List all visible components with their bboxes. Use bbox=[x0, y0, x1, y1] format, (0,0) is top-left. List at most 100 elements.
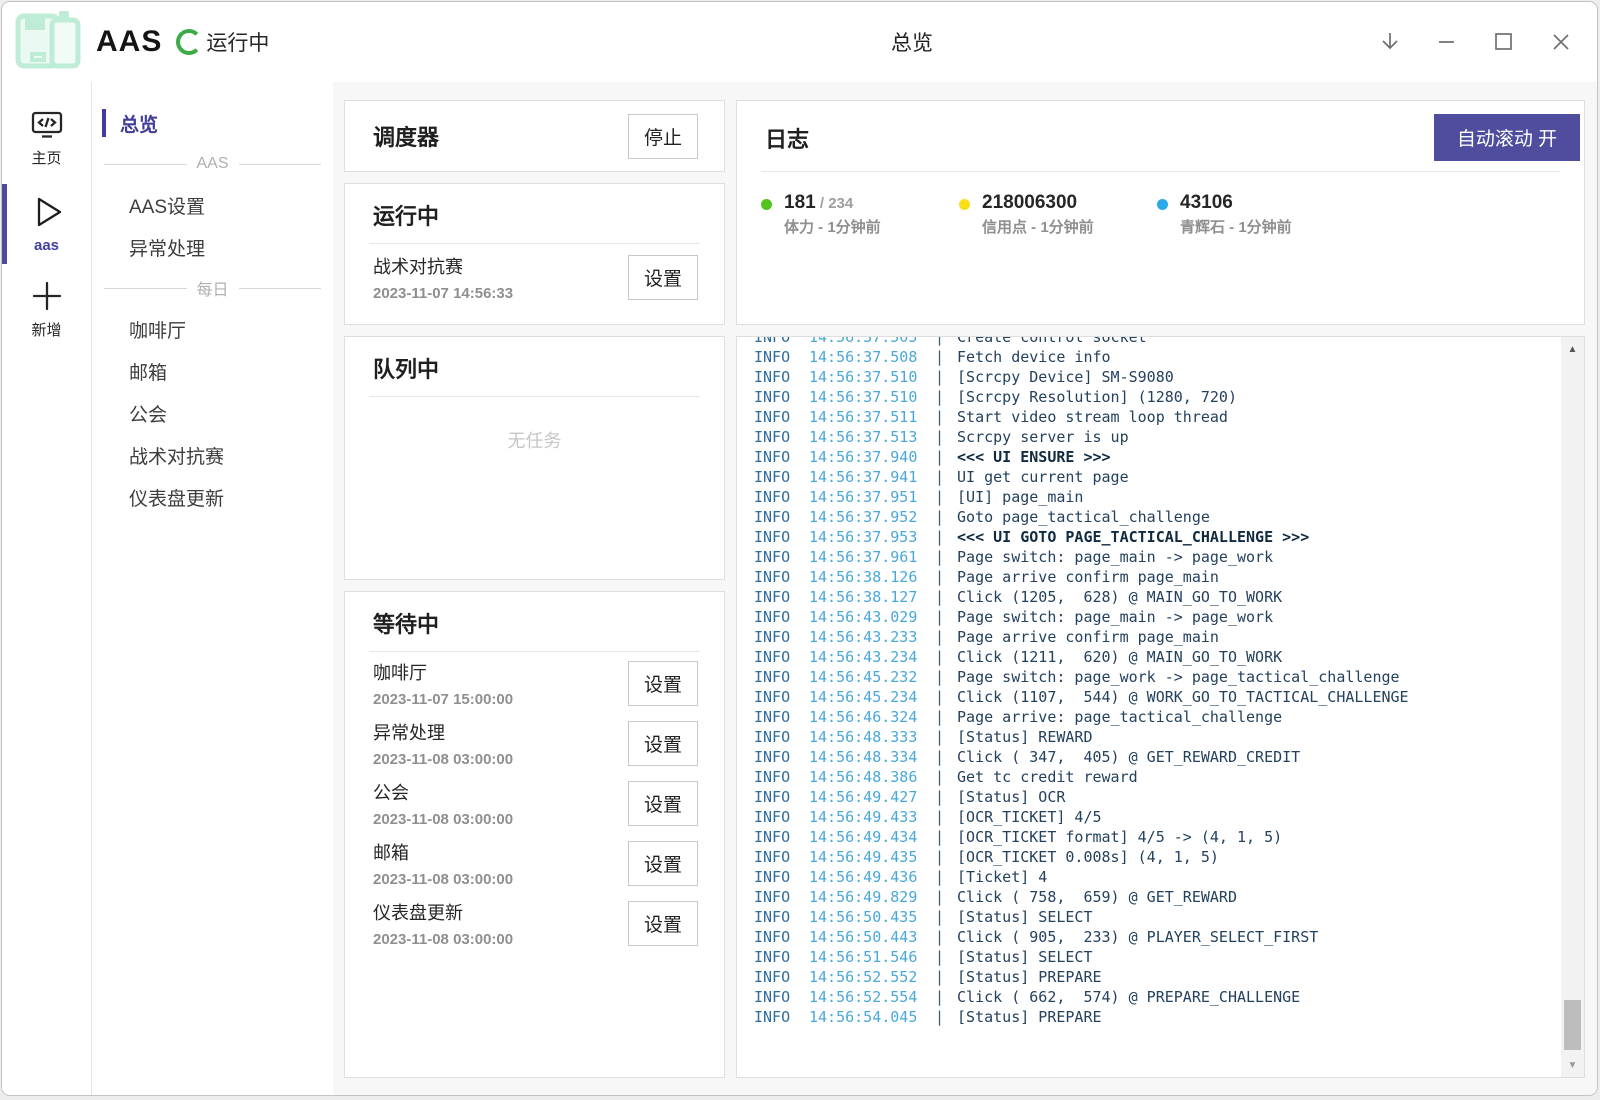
log-line: INFO 14:56:50.443 | Click ( 905, 233) @ … bbox=[737, 927, 1560, 947]
sidebar-item-dashboard-update[interactable]: 仪表盘更新 bbox=[92, 476, 333, 518]
rail-item-aas[interactable]: aas bbox=[2, 184, 91, 264]
sidebar-item-aas-settings[interactable]: AAS设置 bbox=[92, 184, 333, 226]
close-button[interactable] bbox=[1549, 30, 1573, 54]
sidebar-item-guild[interactable]: 公会 bbox=[92, 392, 333, 434]
task-name: 异常处理 bbox=[373, 721, 513, 745]
waiting-task-row: 邮箱 2023-11-08 03:00:00 设置 bbox=[345, 832, 724, 892]
log-viewer[interactable]: INFO 14:56:37.505 | Create control socke… bbox=[736, 336, 1585, 1078]
log-line: INFO 14:56:37.510 | [Scrcpy Resolution] … bbox=[737, 387, 1560, 407]
scroll-down-arrow-icon[interactable]: ▼ bbox=[1561, 1055, 1584, 1075]
maximize-button[interactable] bbox=[1492, 30, 1516, 54]
log-line: INFO 14:56:37.513 | Scrcpy server is up bbox=[737, 427, 1560, 447]
rail-item-home[interactable]: 主页 bbox=[2, 100, 91, 178]
log-line: INFO 14:56:48.334 | Click ( 347, 405) @ … bbox=[737, 747, 1560, 767]
running-card: 运行中 战术对抗赛 2023-11-07 14:56:33 设置 bbox=[344, 183, 725, 325]
sidebar-item-tactical-challenge[interactable]: 战术对抗赛 bbox=[92, 434, 333, 476]
window-controls bbox=[1378, 2, 1573, 82]
autoscroll-toggle-button[interactable]: 自动滚动 开 bbox=[1434, 114, 1580, 161]
sidebar-item-overview[interactable]: 总览 bbox=[92, 102, 333, 144]
settings-button[interactable]: 设置 bbox=[628, 721, 698, 766]
rail-item-label: aas bbox=[34, 237, 59, 254]
waiting-task-row: 咖啡厅 2023-11-07 15:00:00 设置 bbox=[345, 652, 724, 712]
log-line: INFO 14:56:37.505 | Create control socke… bbox=[737, 336, 1560, 347]
minimize-icon bbox=[1435, 30, 1459, 54]
waiting-card: 等待中 咖啡厅 2023-11-07 15:00:00 设置 异常处理 2023… bbox=[344, 591, 725, 1078]
log-line: INFO 14:56:49.435 | [OCR_TICKET 0.008s] … bbox=[737, 847, 1560, 867]
log-title: 日志 bbox=[765, 122, 809, 154]
log-line: INFO 14:56:52.554 | Click ( 662, 574) @ … bbox=[737, 987, 1560, 1007]
download-button[interactable] bbox=[1378, 30, 1402, 54]
stat-value: 43106 bbox=[1180, 192, 1233, 213]
log-line: INFO 14:56:49.427 | [Status] OCR bbox=[737, 787, 1560, 807]
scrollbar-thumb[interactable] bbox=[1564, 1000, 1581, 1050]
divider bbox=[369, 396, 700, 397]
header: AAS 运行中 总览 bbox=[2, 2, 1597, 82]
log-line: INFO 14:56:49.433 | [OCR_TICKET] 4/5 bbox=[737, 807, 1560, 827]
waiting-task-row: 公会 2023-11-08 03:00:00 设置 bbox=[345, 772, 724, 832]
sidebar-item-coffee-shop[interactable]: 咖啡厅 bbox=[92, 308, 333, 350]
waiting-task-row: 异常处理 2023-11-08 03:00:00 设置 bbox=[345, 712, 724, 772]
task-time: 2023-11-07 14:56:33 bbox=[373, 282, 513, 306]
app-logo-icon bbox=[12, 8, 82, 77]
settings-button[interactable]: 设置 bbox=[628, 841, 698, 886]
log-scrollbar[interactable]: ▲ ▼ bbox=[1561, 337, 1584, 1077]
close-icon bbox=[1549, 30, 1573, 54]
sidebar-item-exception-handling[interactable]: 异常处理 bbox=[92, 226, 333, 268]
stop-button[interactable]: 停止 bbox=[628, 114, 698, 159]
rail-item-label: 新增 bbox=[31, 319, 61, 340]
log-line: INFO 14:56:52.552 | [Status] PREPARE bbox=[737, 967, 1560, 987]
log-line: INFO 14:56:43.233 | Page arrive confirm … bbox=[737, 627, 1560, 647]
stat-credits: 218006300 信用点 - 1分钟前 bbox=[959, 190, 1157, 240]
log-line: INFO 14:56:45.232 | Page switch: page_wo… bbox=[737, 667, 1560, 687]
scheduler-card: 调度器 停止 bbox=[344, 100, 725, 172]
scheduler-title: 调度器 bbox=[373, 120, 439, 152]
log-line: INFO 14:56:37.951 | [UI] page_main bbox=[737, 487, 1560, 507]
log-line: INFO 14:56:49.436 | [Ticket] 4 bbox=[737, 867, 1560, 887]
stat-label: 信用点 - 1分钟前 bbox=[982, 216, 1094, 240]
stat-stamina: 181 / 234 体力 - 1分钟前 bbox=[761, 190, 959, 240]
stat-originite: 43106 青辉石 - 1分钟前 bbox=[1157, 190, 1355, 240]
log-line: INFO 14:56:54.045 | [Status] PREPARE bbox=[737, 1007, 1560, 1027]
log-line: INFO 14:56:38.126 | Page arrive confirm … bbox=[737, 567, 1560, 587]
task-name: 公会 bbox=[373, 781, 513, 805]
log-line: INFO 14:56:37.953 | <<< UI GOTO PAGE_TAC… bbox=[737, 527, 1560, 547]
stat-value: 181 bbox=[784, 192, 816, 213]
log-line: INFO 14:56:37.508 | Fetch device info bbox=[737, 347, 1560, 367]
task-name: 邮箱 bbox=[373, 841, 513, 865]
settings-button[interactable]: 设置 bbox=[628, 661, 698, 706]
log-line: INFO 14:56:45.234 | Click (1107, 544) @ … bbox=[737, 687, 1560, 707]
resource-stats: 181 / 234 体力 - 1分钟前 218006300 信用点 - 1分钟前 bbox=[737, 172, 1584, 240]
page-title: 总览 bbox=[891, 27, 933, 57]
settings-button[interactable]: 设置 bbox=[628, 781, 698, 826]
app-window: AAS 运行中 总览 bbox=[1, 1, 1598, 1096]
log-line: INFO 14:56:37.510 | [Scrcpy Device] SM-S… bbox=[737, 367, 1560, 387]
running-task-row: 战术对抗赛 2023-11-07 14:56:33 设置 bbox=[345, 244, 724, 306]
tasks-column: 调度器 停止 运行中 战术对抗赛 2023-11-07 14:56:33 设置 bbox=[344, 100, 725, 1078]
icon-rail: 主页 aas 新增 bbox=[2, 82, 92, 1095]
sidebar-menu: 总览 AAS AAS设置异常处理 每日 咖啡厅邮箱公会战术对抗赛仪表盘更新 bbox=[92, 82, 333, 1095]
scroll-up-arrow-icon[interactable]: ▲ bbox=[1561, 339, 1584, 359]
log-line: INFO 14:56:37.961 | Page switch: page_ma… bbox=[737, 547, 1560, 567]
log-line: INFO 14:56:43.029 | Page switch: page_ma… bbox=[737, 607, 1560, 627]
sidebar-item-mailbox[interactable]: 邮箱 bbox=[92, 350, 333, 392]
queue-title: 队列中 bbox=[373, 352, 439, 384]
settings-button[interactable]: 设置 bbox=[628, 255, 698, 300]
rail-item-new[interactable]: 新增 bbox=[2, 270, 91, 350]
sidebar-section-divider: AAS bbox=[92, 144, 333, 184]
task-time: 2023-11-08 03:00:00 bbox=[373, 868, 513, 892]
log-line: INFO 14:56:51.546 | [Status] SELECT bbox=[737, 947, 1560, 967]
settings-button[interactable]: 设置 bbox=[628, 901, 698, 946]
queue-empty-text: 无任务 bbox=[345, 427, 724, 453]
task-name: 咖啡厅 bbox=[373, 661, 513, 685]
download-icon bbox=[1378, 30, 1402, 54]
app-name: AAS bbox=[96, 25, 162, 59]
stat-label: 体力 - 1分钟前 bbox=[784, 216, 881, 240]
app-body: 主页 aas 新增 总览 AAS AAS设置异常处理 每日 咖啡厅邮箱公会战术对… bbox=[2, 82, 1597, 1095]
running-spinner-icon bbox=[176, 29, 202, 55]
log-line: INFO 14:56:49.829 | Click ( 758, 659) @ … bbox=[737, 887, 1560, 907]
log-line: INFO 14:56:48.333 | [Status] REWARD bbox=[737, 727, 1560, 747]
log-line: INFO 14:56:37.940 | <<< UI ENSURE >>> bbox=[737, 447, 1560, 467]
minimize-button[interactable] bbox=[1435, 30, 1459, 54]
log-line: INFO 14:56:48.386 | Get tc credit reward bbox=[737, 767, 1560, 787]
task-name: 战术对抗赛 bbox=[373, 255, 513, 279]
